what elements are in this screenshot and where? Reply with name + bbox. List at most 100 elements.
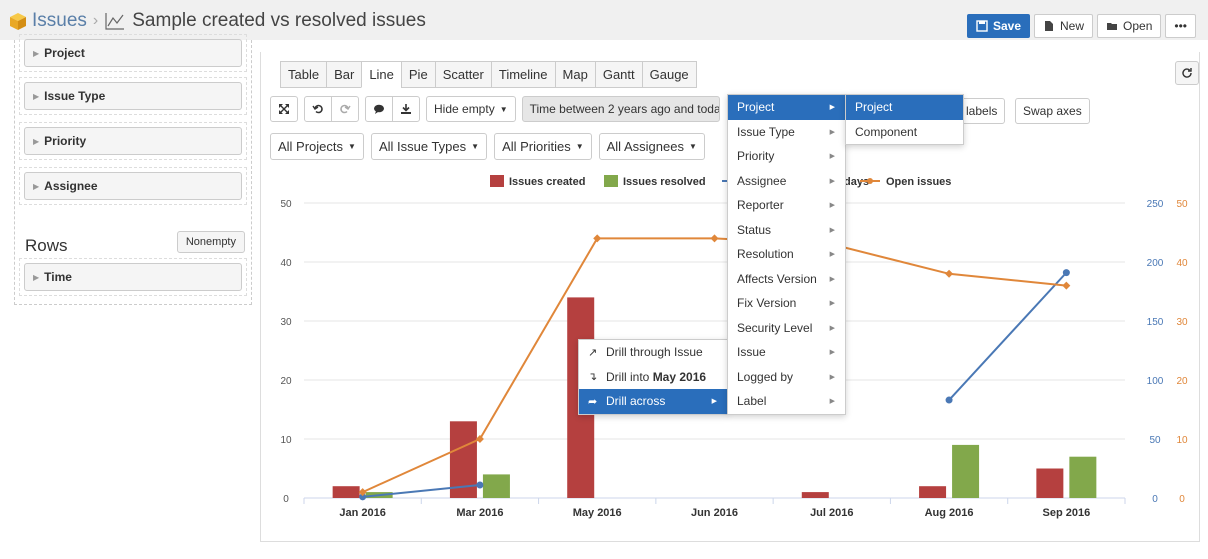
menu-item-label: Issue — [737, 345, 766, 360]
comment-button[interactable] — [366, 97, 392, 121]
menu-item-issue[interactable]: Issue ▶ — [728, 340, 845, 365]
external-link-icon: ↗ — [588, 346, 598, 359]
chevron-right-icon: ▶ — [829, 373, 835, 381]
tab-gauge[interactable]: Gauge — [641, 61, 697, 88]
dimension-group: ▶ Project — [19, 34, 247, 72]
filter-projects[interactable]: All Projects ▼ — [270, 133, 364, 160]
menu-item-label: Security Level — [737, 320, 813, 335]
refresh-button[interactable] — [1175, 61, 1199, 85]
point-days — [476, 481, 484, 489]
menu-item-drill-across[interactable]: ➦ Drill across ▶ — [579, 389, 727, 414]
drill-into-target: May 2016 — [652, 369, 707, 384]
refresh-icon — [1182, 68, 1192, 78]
point-open-issues — [710, 234, 719, 243]
hide-empty-dropdown[interactable]: Hide empty ▼ — [426, 96, 516, 122]
dimensions-panel: ▶ Project ▶ Issue Type ▶ Priority ▶ Assignee… — [14, 34, 252, 305]
nonempty-button[interactable]: Nonempty — [176, 231, 245, 253]
tab-map[interactable]: Map — [554, 61, 595, 88]
menu-item-logged-by[interactable]: Logged by ▶ — [728, 365, 845, 390]
menu-item-label: Status — [737, 222, 772, 237]
export-button[interactable] — [392, 97, 419, 121]
filter-assignees[interactable]: All Assignees ▼ — [598, 133, 705, 160]
submenu-item-project[interactable]: Project — [846, 95, 963, 120]
labels-button[interactable]: labels — [958, 98, 1006, 124]
tab-gantt[interactable]: Gantt — [594, 61, 642, 88]
fullscreen-button[interactable] — [270, 96, 298, 122]
expand-arrows-icon — [279, 104, 289, 114]
breadcrumb-root[interactable]: Issues — [32, 10, 87, 32]
row-dimension-time[interactable]: ▶ Time — [24, 263, 242, 291]
point-days — [945, 396, 953, 404]
y-tick-left: 20 — [280, 376, 292, 387]
menu-item-label: Drill through Issue — [606, 345, 703, 360]
y-tick-right-blue: 50 — [1149, 435, 1161, 446]
menu-item-fix-version[interactable]: Fix Version ▶ — [728, 291, 845, 316]
menu-item-drill-through[interactable]: ↗ Drill through Issue — [579, 340, 727, 365]
open-button[interactable]: Open — [1097, 14, 1162, 38]
caret-down-icon: ▼ — [348, 142, 356, 151]
tab-timeline[interactable]: Timeline — [490, 61, 555, 88]
filter-priorities[interactable]: All Priorities ▼ — [494, 133, 592, 160]
redo-button[interactable] — [331, 97, 358, 121]
y-tick-right-orange: 30 — [1176, 317, 1188, 328]
dimension-assignee[interactable]: ▶ Assignee — [24, 172, 242, 200]
chevron-right-icon: ▶ — [711, 398, 717, 406]
menu-item-label: Drill into — [606, 369, 650, 384]
open-label: Open — [1123, 19, 1153, 33]
chevron-right-icon: ▶ — [829, 153, 835, 161]
x-tick-label: May 2016 — [573, 507, 622, 519]
filter-issue-types[interactable]: All Issue Types ▼ — [370, 133, 488, 160]
y-tick-right-blue: 0 — [1152, 494, 1158, 505]
menu-item-issue-type[interactable]: Issue Type ▶ — [728, 120, 845, 145]
point-open-issues — [945, 269, 954, 278]
more-label: ••• — [1174, 19, 1187, 33]
swap-axes-button[interactable]: Swap axes — [1015, 98, 1090, 124]
file-icon — [1045, 21, 1054, 31]
caret-down-icon: ▼ — [688, 142, 697, 151]
menu-item-project[interactable]: Project ▶ — [728, 95, 845, 120]
tab-bar[interactable]: Bar — [326, 61, 362, 88]
tab-pie[interactable]: Pie — [400, 61, 435, 88]
comment-icon — [374, 104, 384, 114]
menu-item-drill-into[interactable]: ↴ Drill into May 2016 — [579, 365, 727, 390]
menu-item-reporter[interactable]: Reporter ▶ — [728, 193, 845, 218]
dimension-project[interactable]: ▶ Project — [24, 39, 242, 67]
dimension-issue-type[interactable]: ▶ Issue Type — [24, 82, 242, 110]
filter-label: All Assignees — [606, 139, 684, 154]
x-tick-label: Jul 2016 — [810, 507, 853, 519]
x-tick-label: Jan 2016 — [339, 507, 385, 519]
undo-button[interactable] — [305, 97, 331, 121]
expand-icon: ▶ — [33, 272, 40, 282]
y-tick-right-orange: 20 — [1176, 376, 1188, 387]
hide-empty-label: Hide empty — [434, 102, 495, 116]
menu-item-label: Affects Version — [737, 271, 817, 286]
menu-item-status[interactable]: Status ▶ — [728, 218, 845, 243]
menu-item-priority[interactable]: Priority ▶ — [728, 144, 845, 169]
filter-label: All Projects — [278, 139, 344, 154]
tab-line[interactable]: Line — [361, 61, 401, 88]
x-tick-label: Mar 2016 — [456, 507, 503, 519]
time-filter-button[interactable]: Time between 2 years ago and today — [521, 96, 720, 122]
menu-item-resolution[interactable]: Resolution ▶ — [728, 242, 845, 267]
menu-item-security-level[interactable]: Security Level ▶ — [728, 316, 845, 341]
project-submenu: Project Component — [845, 94, 964, 145]
point-open-issues — [593, 234, 602, 243]
rows-group: ▶ Time — [19, 258, 247, 296]
menu-item-affects-version[interactable]: Affects Version ▶ — [728, 267, 845, 292]
menu-item-label[interactable]: Label ▶ — [728, 389, 845, 414]
save-button[interactable]: Save — [966, 14, 1031, 38]
tab-scatter[interactable]: Scatter — [434, 61, 491, 88]
share-arrow-icon: ➦ — [588, 395, 598, 408]
point-open-issues — [475, 435, 484, 443]
submenu-item-component[interactable]: Component — [846, 120, 963, 145]
more-button[interactable]: ••• — [1165, 14, 1196, 38]
menu-item-assignee[interactable]: Assignee ▶ — [728, 169, 845, 194]
y-tick-right-blue: 100 — [1147, 376, 1164, 387]
new-button[interactable]: New — [1034, 14, 1094, 38]
save-label: Save — [992, 19, 1022, 33]
dimension-label: Priority — [44, 134, 87, 148]
dimension-group: ▶ Priority — [19, 122, 247, 160]
filter-bar: All Projects ▼ All Issue Types ▼ All Prior… — [270, 133, 705, 160]
tab-table[interactable]: Table — [280, 61, 327, 88]
dimension-priority[interactable]: ▶ Priority — [24, 127, 242, 155]
